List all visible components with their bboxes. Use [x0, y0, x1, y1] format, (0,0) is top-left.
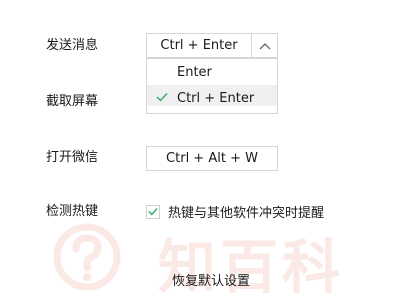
hotkey-conflict-option[interactable]: 热键与其他软件冲突时提醒: [146, 202, 324, 221]
send-message-select[interactable]: Ctrl + Enter: [146, 33, 278, 58]
dropdown-option-enter[interactable]: Enter: [147, 59, 277, 85]
open-wechat-label: 打开微信: [46, 150, 99, 165]
question-mark-icon: [53, 223, 121, 291]
hotkey-conflict-label: 热键与其他软件冲突时提醒: [168, 206, 325, 221]
check-icon: [148, 208, 158, 216]
screen-capture-field[interactable]: [146, 106, 278, 114]
detect-hotkey-label: 检测热键: [46, 204, 99, 219]
send-message-label: 发送消息: [46, 38, 99, 53]
open-wechat-field[interactable]: Ctrl + Alt + W: [146, 146, 278, 171]
screen-capture-label: 截取屏幕: [46, 94, 99, 109]
send-message-value: Ctrl + Enter: [160, 38, 238, 53]
dropdown-toggle-button[interactable]: [251, 34, 277, 57]
option-label: Ctrl + Enter: [177, 90, 255, 106]
reset-defaults-link[interactable]: 恢复默认设置: [172, 270, 250, 289]
option-label: Enter: [177, 64, 212, 80]
watermark-text: 知百科: [158, 233, 345, 301]
chevron-up-icon: [259, 42, 270, 49]
open-wechat-value: Ctrl + Alt + W: [166, 151, 258, 166]
check-icon: [156, 93, 168, 102]
hotkey-conflict-checkbox[interactable]: [146, 204, 160, 219]
send-message-dropdown: Enter Ctrl + Enter: [146, 58, 278, 112]
